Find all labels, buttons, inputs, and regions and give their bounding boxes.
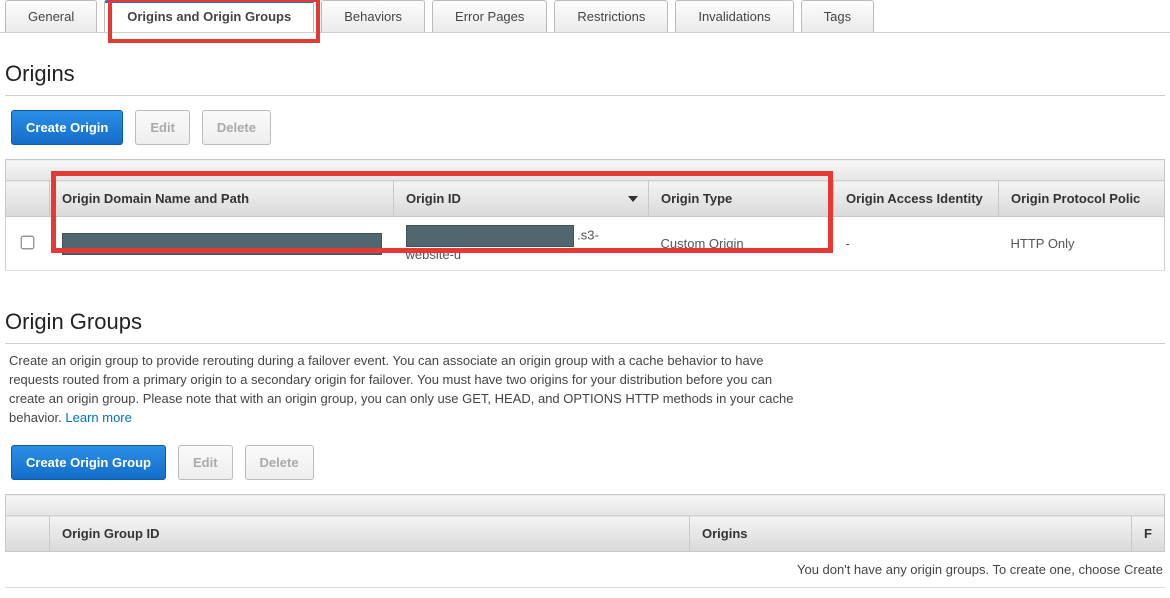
origin-groups-description: Create an origin group to provide rerout…: [5, 344, 805, 431]
edit-origin-button[interactable]: Edit: [135, 110, 190, 145]
delete-origin-group-button[interactable]: Delete: [245, 445, 314, 480]
tab-error-pages[interactable]: Error Pages: [432, 0, 547, 32]
col-origin-id-label: Origin ID: [406, 191, 461, 206]
col-origin-type[interactable]: Origin Type: [649, 181, 834, 217]
cell-origin-access-identity: -: [834, 217, 999, 271]
table-row[interactable]: .s3-website-u Custom Origin - HTTP Only: [6, 217, 1165, 271]
origin-groups-button-row: Create Origin Group Edit Delete: [5, 431, 1165, 494]
tab-tags[interactable]: Tags: [801, 0, 874, 32]
redacted-id: [406, 225, 574, 247]
cell-origin-id: .s3-website-u: [394, 217, 649, 271]
tab-invalidations[interactable]: Invalidations: [675, 0, 793, 32]
tab-general[interactable]: General: [5, 0, 97, 32]
cell-origin-protocol-policy: HTTP Only: [999, 217, 1165, 271]
origin-groups-table: Origin Group ID Origins F: [5, 494, 1165, 552]
origins-title: Origins: [5, 43, 1165, 96]
create-origin-group-button[interactable]: Create Origin Group: [11, 445, 166, 480]
origins-section: Origins Create Origin Edit Delete Origin…: [0, 33, 1170, 281]
edit-origin-group-button[interactable]: Edit: [178, 445, 233, 480]
delete-origin-button[interactable]: Delete: [202, 110, 271, 145]
origins-table: Origin Domain Name and Path Origin ID Or…: [5, 159, 1165, 271]
sort-indicator-icon: [628, 196, 638, 202]
origin-groups-section: Origin Groups Create an origin group to …: [0, 281, 1170, 598]
row-checkbox-cell: [6, 217, 50, 271]
learn-more-link[interactable]: Learn more: [65, 410, 131, 425]
origins-button-row: Create Origin Edit Delete: [5, 96, 1165, 159]
col-group-id[interactable]: Origin Group ID: [50, 516, 690, 552]
origin-groups-title: Origin Groups: [5, 291, 1165, 344]
tab-restrictions[interactable]: Restrictions: [554, 0, 668, 32]
tab-origins[interactable]: Origins and Origin Groups: [104, 0, 314, 32]
table-spacer: [6, 160, 1165, 181]
col-checkbox: [6, 181, 50, 217]
col-origin-id[interactable]: Origin ID: [394, 181, 649, 217]
cell-origin-domain: [50, 217, 394, 271]
col-group-origins[interactable]: Origins: [690, 516, 1132, 552]
origin-groups-empty-message: You don't have any origin groups. To cre…: [5, 552, 1165, 588]
col-checkbox: [6, 516, 50, 552]
col-origin-protocol-policy[interactable]: Origin Protocol Polic: [999, 181, 1165, 217]
create-origin-button[interactable]: Create Origin: [11, 110, 123, 145]
tab-behaviors[interactable]: Behaviors: [321, 0, 425, 32]
redacted-domain: [62, 233, 382, 255]
col-origin-domain[interactable]: Origin Domain Name and Path: [50, 181, 394, 217]
col-group-last[interactable]: F: [1132, 516, 1165, 552]
origins-table-wrapper: Origin Domain Name and Path Origin ID Or…: [5, 159, 1165, 271]
table-spacer: [6, 495, 1165, 516]
row-checkbox[interactable]: [21, 235, 35, 249]
tabs-bar: General Origins and Origin Groups Behavi…: [0, 0, 1170, 33]
col-origin-access-identity[interactable]: Origin Access Identity: [834, 181, 999, 217]
cell-origin-type: Custom Origin: [649, 217, 834, 271]
